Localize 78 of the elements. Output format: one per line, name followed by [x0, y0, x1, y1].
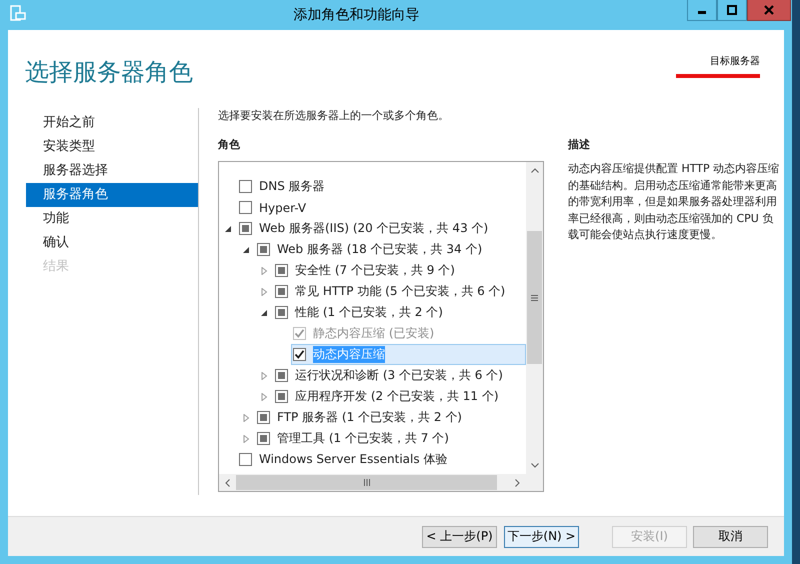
checkbox[interactable] — [257, 432, 270, 445]
tree-item[interactable]: 应用程序开发 (2 个已安装，共 11 个) — [273, 386, 526, 407]
checkbox[interactable] — [275, 306, 288, 319]
app-icon — [10, 5, 26, 21]
nav-item[interactable]: 功能 — [26, 207, 198, 231]
tree-item[interactable]: Web 服务器(IIS) (20 个已安装，共 43 个) — [237, 218, 526, 239]
maximize-icon — [727, 5, 737, 15]
checkbox[interactable] — [239, 222, 252, 235]
tree-item[interactable]: 性能 (1 个已安装，共 2 个) — [273, 302, 526, 323]
target-server-label: 目标服务器 — [710, 54, 760, 68]
roles-tree[interactable] — [218, 161, 544, 492]
tree-item-label: 动态内容压缩 — [313, 346, 385, 363]
description-text: 动态内容压缩提供配置 HTTP 动态内容压缩的基础结构。启用动态压缩通常能带来更高的带宽利用率，但是如果服务器处理器利用率已经很高，则由动态压缩强加的 CPU 负载可能会使站点执行速度更慢。 — [568, 161, 780, 244]
page-title: 选择服务器角色 — [24, 57, 193, 88]
tree-item-label: 安全性 (7 个已安装，共 9 个) — [295, 262, 455, 279]
checkbox[interactable] — [239, 453, 252, 466]
expanded-arrow-icon[interactable] — [224, 224, 232, 232]
nav-item[interactable]: 确认 — [26, 231, 198, 255]
nav-item[interactable]: 服务器选择 — [26, 159, 198, 183]
tree-item[interactable]: Windows Server Essentials 体验 — [237, 449, 526, 470]
tree-item-label: 管理工具 (1 个已安装，共 7 个) — [277, 430, 449, 447]
scroll-left-icon[interactable] — [225, 478, 230, 486]
checkbox[interactable] — [275, 369, 288, 382]
tree-item-label: 静态内容压缩 (已安装) — [313, 325, 434, 342]
tree-item[interactable]: FTP 服务器 (1 个已安装，共 2 个) — [255, 407, 526, 428]
tree-item-label: Web 服务器(IIS) (20 个已安装，共 43 个) — [259, 220, 488, 237]
scroll-down-icon[interactable] — [530, 463, 538, 468]
close-button[interactable] — [747, 0, 791, 21]
tree-item-label: Windows Server Essentials 体验 — [259, 451, 448, 468]
nav-item[interactable]: 服务器角色 — [26, 183, 198, 207]
tree-item-label: 应用程序开发 (2 个已安装，共 11 个) — [295, 388, 499, 405]
tree-item-label: 性能 (1 个已安装，共 2 个) — [295, 304, 443, 321]
tree-item-label: 常见 HTTP 功能 (5 个已安装，共 6 个) — [295, 283, 506, 300]
expanded-arrow-icon[interactable] — [260, 308, 268, 316]
window-title: 添加角色和功能向导 — [292, 6, 420, 25]
close-icon — [764, 5, 774, 15]
tree-item[interactable]: 管理工具 (1 个已安装，共 7 个) — [255, 428, 526, 449]
collapsed-arrow-icon[interactable] — [260, 288, 268, 296]
roles-heading: 角色 — [218, 137, 241, 152]
minimize-button[interactable] — [687, 0, 717, 21]
checkbox[interactable] — [275, 390, 288, 403]
description-heading: 描述 — [568, 137, 591, 152]
checkbox[interactable] — [239, 180, 252, 193]
maximize-button[interactable] — [717, 0, 747, 21]
checkbox[interactable] — [257, 411, 270, 424]
vertical-scrollbar[interactable] — [526, 162, 543, 474]
nav-item[interactable]: 安装类型 — [26, 135, 198, 159]
tree-item-label: Hyper-V — [259, 200, 306, 214]
wizard-button[interactable]: 下一步(N) > — [504, 526, 579, 548]
tree-item-label: Web 服务器 (18 个已安装，共 34 个) — [277, 241, 482, 258]
tree-item[interactable]: 常见 HTTP 功能 (5 个已安装，共 6 个) — [273, 281, 526, 302]
wizard-button[interactable]: < 上一步(P) — [422, 526, 497, 548]
tree-item-label: FTP 服务器 (1 个已安装，共 2 个) — [277, 409, 462, 426]
scroll-right-icon[interactable] — [515, 478, 520, 486]
scroll-up-icon[interactable] — [530, 168, 538, 173]
checkbox[interactable] — [275, 264, 288, 277]
checkbox[interactable] — [293, 348, 306, 361]
grip-icon[interactable] — [531, 294, 538, 300]
collapsed-arrow-icon[interactable] — [260, 266, 268, 274]
wizard-button[interactable]: 取消 — [693, 526, 768, 548]
checkbox[interactable] — [275, 285, 288, 298]
tree-item-label: 运行状况和诊断 (3 个已安装，共 6 个) — [295, 367, 503, 384]
checkbox[interactable] — [257, 243, 270, 256]
expanded-arrow-icon[interactable] — [242, 246, 250, 254]
tree-item[interactable]: Web 服务器 (18 个已安装，共 34 个) — [255, 239, 526, 260]
tree-item[interactable]: DNS 服务器 — [237, 176, 526, 197]
tree-item[interactable]: 安全性 (7 个已安装，共 9 个) — [273, 260, 526, 281]
instruction-text: 选择要安装在所选服务器上的一个或多个角色。 — [218, 108, 450, 123]
collapsed-arrow-icon[interactable] — [242, 434, 250, 442]
grip-icon[interactable] — [364, 479, 370, 486]
nav-item[interactable]: 开始之前 — [26, 111, 198, 135]
tree-item[interactable]: Hyper-V — [237, 197, 526, 218]
checkbox[interactable] — [239, 201, 252, 214]
tree-item-label: DNS 服务器 — [259, 178, 325, 195]
collapsed-arrow-icon[interactable] — [260, 372, 268, 380]
tree-item[interactable]: 运行状况和诊断 (3 个已安装，共 6 个) — [273, 365, 526, 386]
collapsed-arrow-icon[interactable] — [242, 414, 250, 422]
collapsed-arrow-icon[interactable] — [260, 392, 268, 400]
